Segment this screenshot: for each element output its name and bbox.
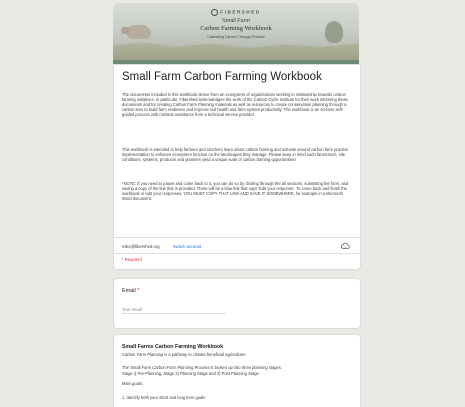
section-card: Small Farms Carbon Farming Workbook Carb… xyxy=(113,334,361,407)
brand-logo: FIBERSHED xyxy=(113,9,359,16)
form-header-card: Small Farm Carbon Farming Workbook The d… xyxy=(113,64,361,270)
section-line: The Small Farm Carbon Farm Planning Proc… xyxy=(122,365,282,370)
description-paragraph-3: *NOTE: If you need to pause and come bac… xyxy=(122,181,349,202)
description-paragraph-2: This workbook is intended to help farmer… xyxy=(122,147,349,163)
fibershed-logo-icon xyxy=(211,9,219,16)
account-row: mike@fibershed.org Switch account xyxy=(122,241,354,251)
banner-line-1: Small Farm xyxy=(221,18,251,24)
brand-name: FIBERSHED xyxy=(220,9,261,15)
email-label-text: Email xyxy=(122,288,136,294)
required-note: * Required xyxy=(122,257,142,262)
banner-line-2: Carbon Farming Workbook xyxy=(200,25,272,32)
email-input[interactable] xyxy=(122,305,226,314)
account-email: mike@fibershed.org xyxy=(122,244,160,249)
divider xyxy=(114,237,360,238)
cloud-icon xyxy=(341,242,350,249)
form-title: Small Farm Carbon Farming Workbook xyxy=(122,71,322,83)
section-line: Stage I) Pre-Planning, Stage 2) Planning… xyxy=(122,371,259,376)
required-asterisk: * xyxy=(137,288,140,294)
header-banner: FIBERSHED Small Farm Carbon Farming Work… xyxy=(113,3,359,60)
email-question-card: Email * xyxy=(113,278,361,329)
section-line: Carbon Farm Planning is a pathway to cli… xyxy=(122,352,246,357)
divider xyxy=(114,253,360,254)
section-line: Main goals: xyxy=(122,381,143,386)
banner-line-3: Cultivating Carbon Through Practice xyxy=(207,35,265,39)
email-question-label: Email * xyxy=(122,288,139,294)
section-line: 1. Identify both your short and long ter… xyxy=(122,395,206,400)
google-form-page: FIBERSHED Small Farm Carbon Farming Work… xyxy=(0,0,465,407)
description-paragraph-1: The documents included in this workbook … xyxy=(122,92,348,118)
section-title: Small Farms Carbon Farming Workbook xyxy=(122,344,224,350)
switch-account-link[interactable]: Switch account xyxy=(173,244,201,249)
banner-landscape xyxy=(113,42,359,60)
